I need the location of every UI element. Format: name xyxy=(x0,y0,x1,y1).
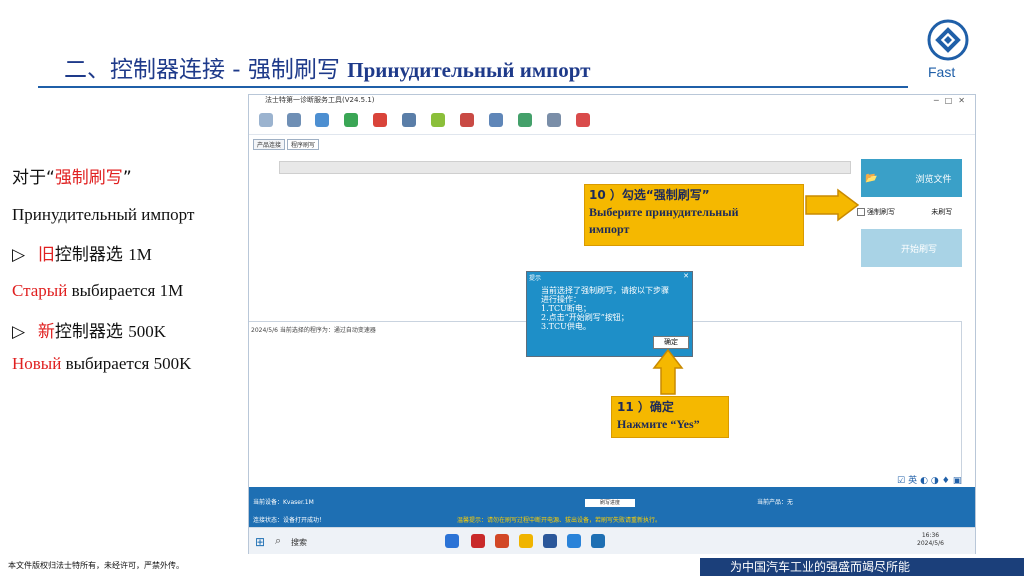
status-note: 温馨提示：请勿在刷写过程中断开电源、拔出设备，若刷写失败请重新执行。 xyxy=(457,517,662,524)
window-titlebar: 法士特第一诊断服务工具(V24.5.1) xyxy=(249,95,975,108)
left-line-1: 对于“强制刷写” xyxy=(12,168,132,188)
diagnostic-app-icon[interactable] xyxy=(591,534,605,548)
acrobat-icon[interactable] xyxy=(471,534,485,548)
window-title: 法士特第一诊断服务工具(V24.5.1) xyxy=(265,96,375,104)
search-icon[interactable]: ⌕ xyxy=(275,534,281,548)
word-icon[interactable] xyxy=(543,534,557,548)
title-rule xyxy=(38,86,908,88)
toolbar-tool-icon[interactable] xyxy=(460,113,474,127)
taskbar-search[interactable]: 搜索 xyxy=(291,537,307,548)
left-line-5: ▷ 新控制器选 500K xyxy=(12,322,167,342)
toolbar-read-icon[interactable] xyxy=(315,113,329,127)
toolbar-monitor-icon[interactable] xyxy=(547,113,561,127)
bullet-icon: ▷ xyxy=(12,322,26,341)
window-controls[interactable]: ─□✕ xyxy=(934,96,971,105)
toolbar-save-icon[interactable] xyxy=(402,113,416,127)
toolbar-globe-icon[interactable] xyxy=(518,113,532,127)
taskbar-clock: 16:36 2024/5/6 xyxy=(917,532,944,547)
bullet-icon: ▷ xyxy=(12,245,26,264)
explorer-icon[interactable] xyxy=(519,534,533,548)
arrow-up-icon xyxy=(652,348,684,395)
left-line-4: Старый выбирается 1M xyxy=(12,281,184,300)
toolbar-help-icon[interactable] xyxy=(489,113,503,127)
left-line-6: Новый выбирается 500K xyxy=(12,354,192,373)
footer-slogan: 为中国汽车工业的强盛而竭尽所能 xyxy=(730,560,911,574)
footer-copyright: 本文件版权归法士特所有，未经许可，严禁外传。 xyxy=(8,561,184,570)
toolbar-chart-icon[interactable] xyxy=(431,113,445,127)
browse-file-button[interactable]: 📂 浏览文件 xyxy=(861,159,962,197)
force-flash-row: 强制刷写 未刷写 xyxy=(857,207,952,217)
callout-step-10: 10 ）勾选“强制刷写” Выберите принудительный имп… xyxy=(584,184,804,246)
slide-title: 二、控制器连接 - 强制刷写 Принудительный импорт xyxy=(64,50,590,84)
folder-icon: 📂 xyxy=(865,172,878,184)
force-flash-label: 强制刷写 xyxy=(867,208,895,216)
toolbar-refresh-icon[interactable] xyxy=(344,113,358,127)
dialog-close-icon[interactable]: ✕ xyxy=(683,272,689,280)
start-flash-button[interactable]: 开始刷写 xyxy=(861,229,962,267)
status-device: 当前设备：Kvaser.1M xyxy=(253,499,314,506)
powerpoint-icon[interactable] xyxy=(495,534,509,548)
toolbar-info-icon[interactable] xyxy=(287,113,301,127)
flash-status-text: 未刷写 xyxy=(931,208,953,216)
windows-start-icon[interactable]: ⊞ xyxy=(255,535,265,549)
toolbar xyxy=(249,108,975,135)
status-product: 当前产品：无 xyxy=(757,499,794,506)
tab-strip: 产品连接 程序刷写 xyxy=(253,139,321,150)
force-flash-dialog: 提示 ✕ 当前选择了强制刷写，请按以下步骤 进行操作： 1.TCU断电； 2.点… xyxy=(526,271,693,357)
flash-progress-bar xyxy=(279,161,851,174)
taskbar: ⊞ ⌕ 搜索 16:36 2024/5/6 xyxy=(249,527,975,554)
edge-icon[interactable] xyxy=(445,534,459,548)
status-connection: 连接状态：设备打开成功！ xyxy=(253,517,326,524)
status-progress-box: 刷写进度 xyxy=(585,499,635,507)
tab-program-flash[interactable]: 程序刷写 xyxy=(287,139,320,150)
callout-step-11: 11 ）确定 Нажмите “Yes” xyxy=(611,396,729,438)
left-line-2: Принудительный импорт xyxy=(12,205,195,224)
log-line: 2024/5/6 当前选择的程序为：通过自动变速器 xyxy=(251,327,376,334)
dialog-title: 提示 xyxy=(529,275,542,282)
toolbar-pdf-icon[interactable] xyxy=(576,113,590,127)
arrow-right-icon xyxy=(805,188,860,222)
left-line-3: ▷ 旧控制器选 1M xyxy=(12,245,152,265)
vscode-icon[interactable] xyxy=(567,534,581,548)
toolbar-connect-icon[interactable] xyxy=(259,113,273,127)
tab-product-connect[interactable]: 产品连接 xyxy=(253,139,286,150)
toolbar-flash-icon[interactable] xyxy=(373,113,387,127)
dialog-message: 当前选择了强制刷写，请按以下步骤 进行操作： 1.TCU断电； 2.点击“开始刷… xyxy=(541,286,669,331)
slide-title-cn: 二、控制器连接 - 强制刷写 xyxy=(64,57,340,83)
slide-title-ru: Принудительный импорт xyxy=(347,58,591,82)
tray-icons[interactable]: ☑英◐◑♦▣ xyxy=(897,473,964,486)
logo-wordmark: Fast xyxy=(928,64,956,80)
